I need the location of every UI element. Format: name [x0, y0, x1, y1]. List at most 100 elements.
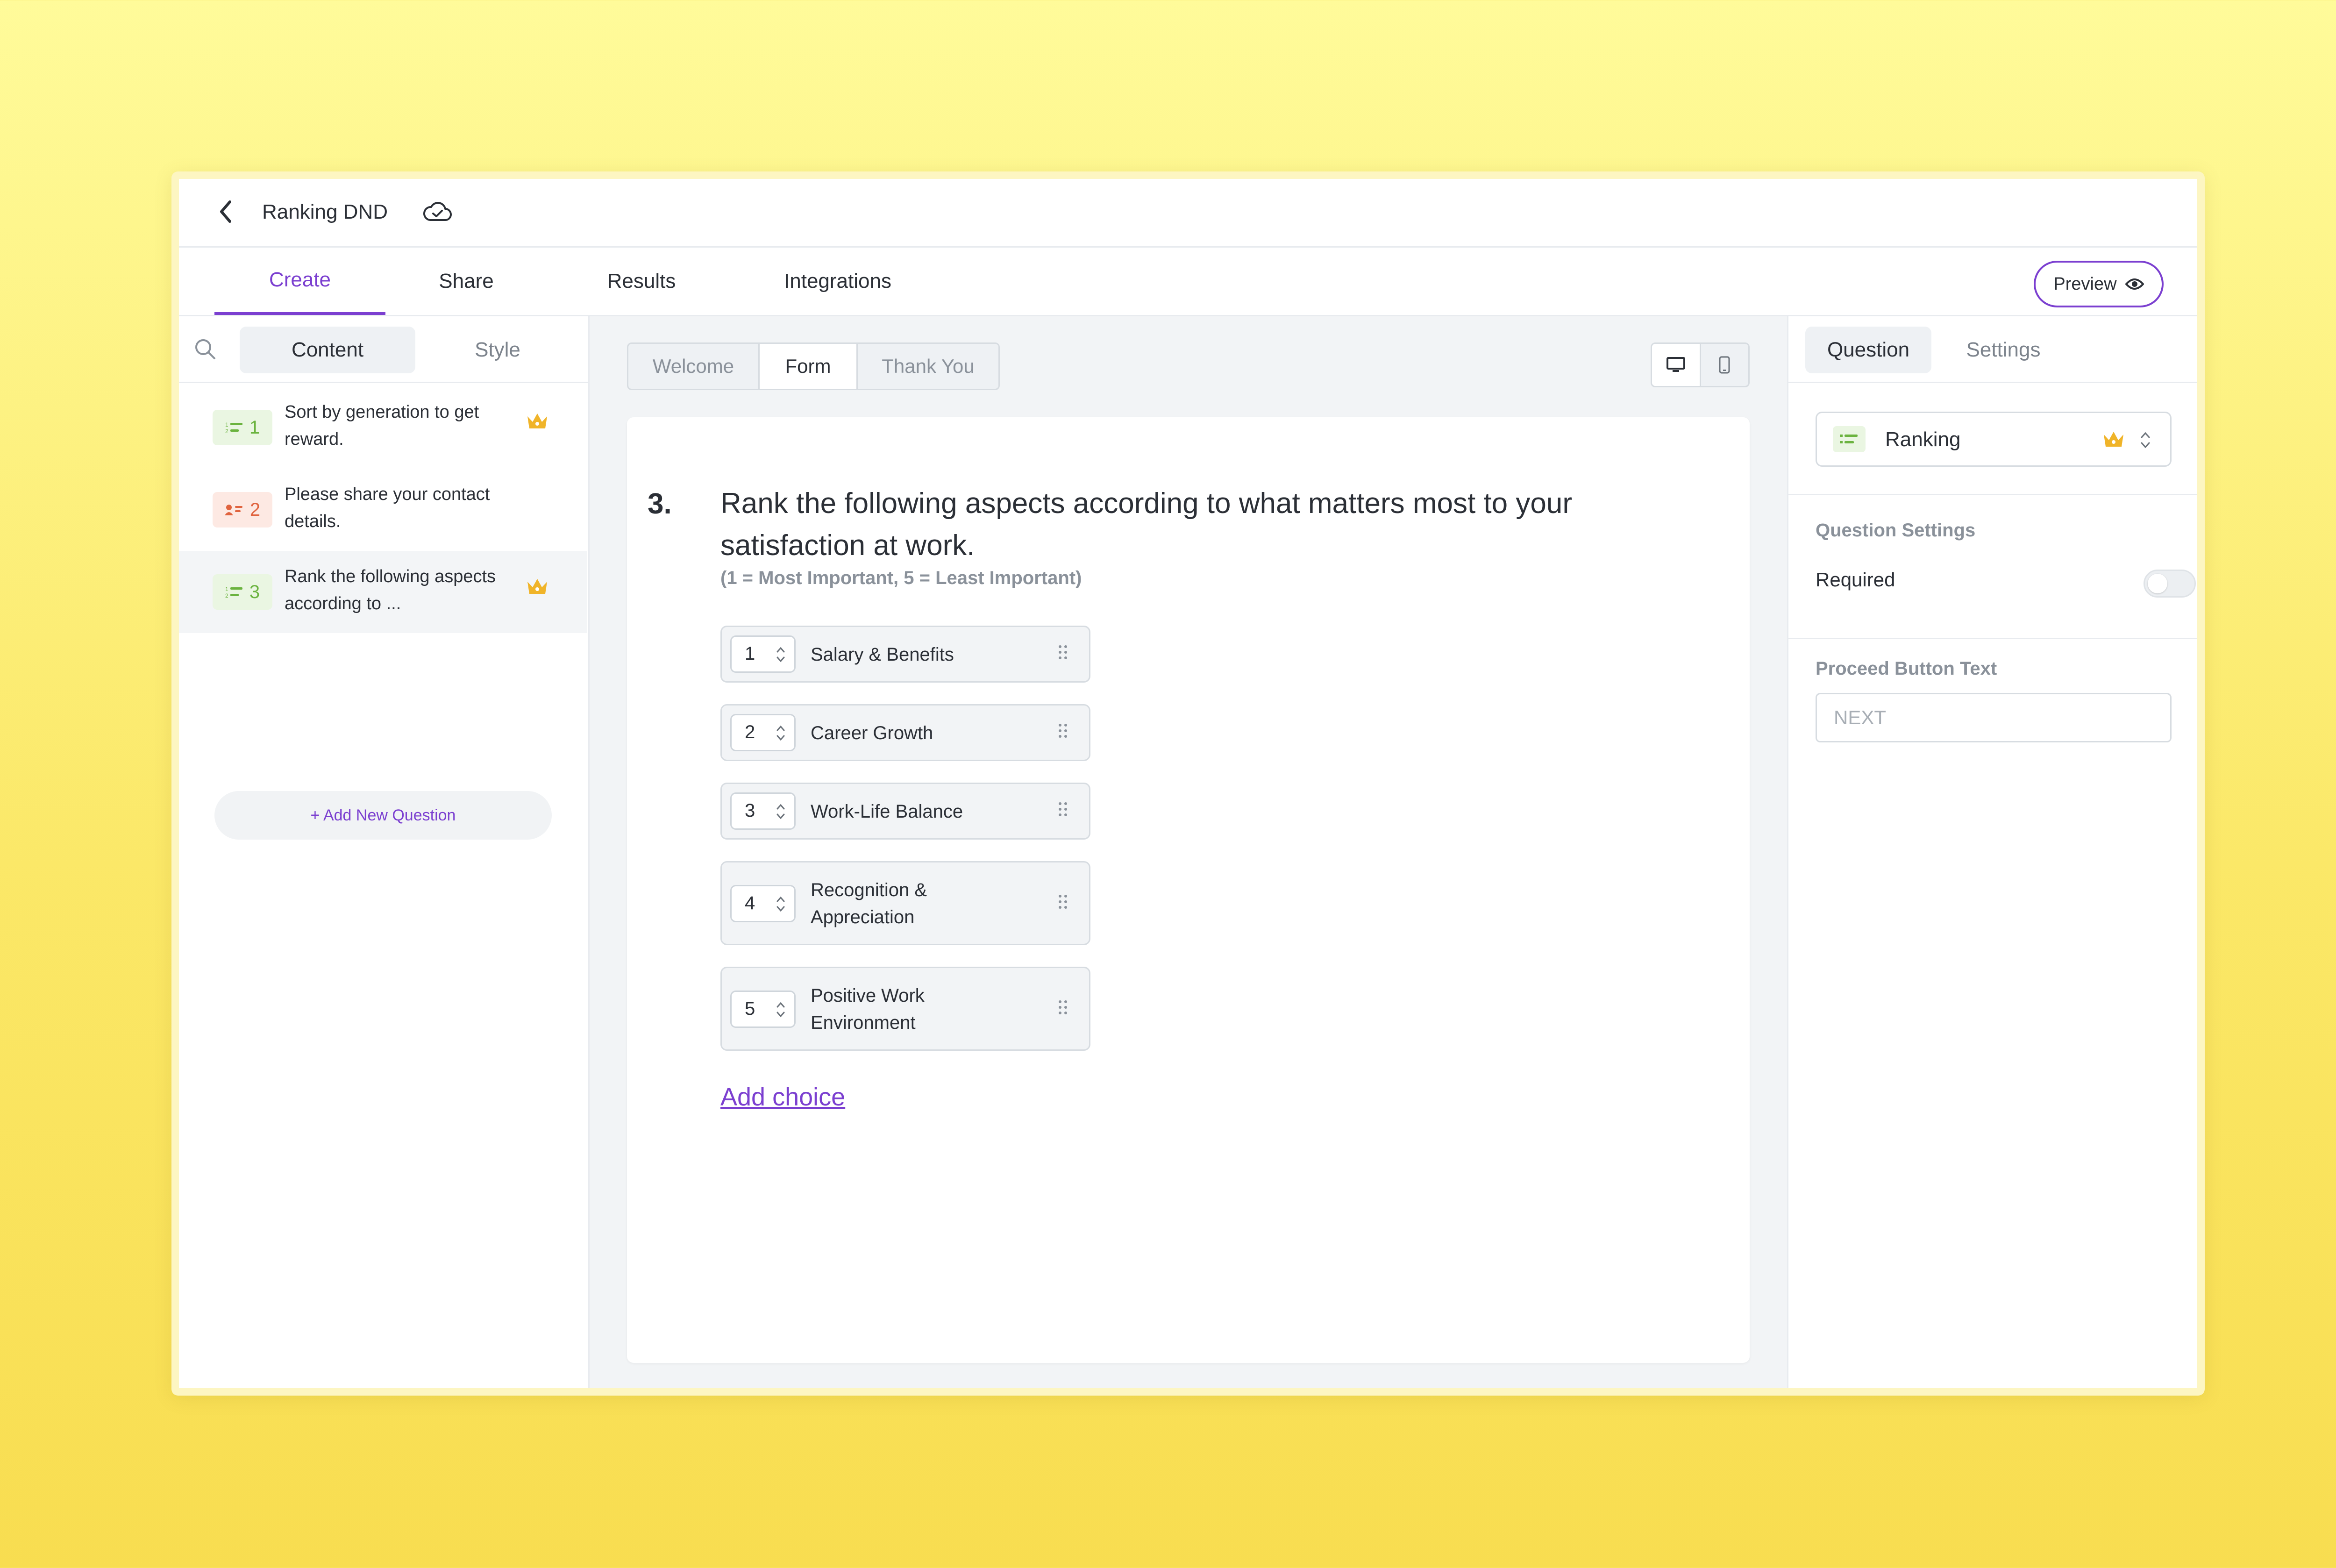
question-settings-heading: Question Settings	[1816, 520, 1976, 541]
question-list-item[interactable]: 1 2 3 Rank the following aspects accordi…	[179, 551, 587, 633]
desktop-icon	[1666, 357, 1685, 372]
add-choice-link[interactable]: Add choice	[720, 1083, 845, 1112]
svg-text:1: 1	[225, 421, 228, 428]
device-toggle	[1651, 342, 1750, 387]
stepper-arrows-icon	[776, 647, 785, 663]
drag-handle-icon[interactable]	[1057, 722, 1068, 739]
ranking-choice[interactable]: 3 Work-Life Balance	[720, 783, 1090, 840]
question-type-label: Ranking	[1885, 428, 1961, 451]
top-bar: Ranking DND	[179, 179, 2197, 248]
search-icon[interactable]	[193, 337, 217, 361]
choice-label[interactable]: Recognition & Appreciation	[811, 877, 1026, 931]
rank-value: 5	[745, 998, 755, 1019]
question-list-item[interactable]: 2 Please share your contact details.	[179, 469, 587, 551]
mobile-icon	[1719, 356, 1730, 374]
ranking-choice[interactable]: 1 Salary & Benefits	[720, 626, 1090, 683]
question-number: 2	[249, 499, 261, 520]
divider	[1788, 494, 2197, 495]
rank-value: 3	[745, 800, 755, 821]
question-number: 3	[249, 581, 260, 602]
choice-label[interactable]: Career Growth	[811, 720, 1026, 747]
question-text: Rank the following aspects according to …	[285, 567, 496, 613]
back-button[interactable]	[212, 198, 240, 226]
question-number: 3.	[648, 488, 672, 520]
eye-icon	[2125, 278, 2144, 290]
choice-label[interactable]: Positive Work Environment	[811, 982, 1026, 1036]
left-panel-header: Content Style	[179, 316, 588, 383]
ranking-choice[interactable]: 4 Recognition & Appreciation	[720, 861, 1090, 945]
chevron-left-icon	[220, 200, 231, 223]
stepper-arrows-icon	[776, 1002, 785, 1018]
question-settings-panel: Question Settings Ranking Question Setti…	[1787, 316, 2197, 1388]
question-type-badge: 1 2 3	[213, 574, 272, 610]
rank-value: 1	[745, 643, 755, 664]
stepper-arrows-icon	[776, 896, 785, 912]
tab-style[interactable]: Style	[410, 327, 585, 373]
preview-label: Preview	[2053, 274, 2117, 294]
tab-create[interactable]: Create	[214, 248, 385, 315]
add-new-question-button[interactable]: + Add New Question	[214, 791, 552, 840]
svg-text:2: 2	[225, 428, 228, 434]
toggle-knob	[2148, 574, 2167, 593]
divider	[1788, 638, 2197, 639]
question-type-badge: 1 2 1	[213, 410, 272, 445]
question-type-select[interactable]: Ranking	[1816, 412, 2172, 467]
tab-content[interactable]: Content	[240, 327, 415, 373]
ranking-icon: 1 2	[225, 586, 242, 599]
proceed-button-text-input[interactable]	[1816, 693, 2172, 742]
tab-form[interactable]: Form	[758, 344, 856, 389]
mobile-view-button[interactable]	[1701, 344, 1749, 386]
rank-stepper[interactable]: 2	[730, 714, 796, 751]
tab-settings[interactable]: Settings	[1943, 327, 2064, 373]
drag-handle-icon[interactable]	[1057, 999, 1068, 1016]
question-list-item[interactable]: 1 2 1 Sort by generation to get reward.	[179, 386, 587, 469]
tab-question[interactable]: Question	[1805, 327, 1931, 373]
question-text: Sort by generation to get reward.	[285, 402, 479, 449]
ranking-icon	[1840, 435, 1858, 443]
tab-results[interactable]: Results	[590, 248, 693, 315]
rank-stepper[interactable]: 1	[730, 635, 796, 673]
form-editor: Welcome Form Thank You 3. Rank the follo…	[590, 316, 1787, 1388]
tab-integrations[interactable]: Integrations	[763, 248, 912, 315]
crown-icon	[527, 413, 547, 428]
rank-stepper[interactable]: 5	[730, 991, 796, 1028]
form-title: Ranking DND	[262, 200, 388, 223]
question-title[interactable]: Rank the following aspects according to …	[720, 483, 1636, 567]
contact-icon	[224, 505, 242, 515]
question-description[interactable]: (1 = Most Important, 5 = Least Important…	[720, 568, 1082, 589]
choice-label[interactable]: Work-Life Balance	[811, 798, 1026, 825]
preview-button[interactable]: Preview	[2034, 261, 2164, 307]
chevron-updown-icon	[2141, 432, 2150, 449]
divider	[1788, 382, 2197, 383]
rank-stepper[interactable]: 3	[730, 792, 796, 830]
ranking-choice[interactable]: 5 Positive Work Environment	[720, 967, 1090, 1051]
stepper-arrows-icon	[776, 804, 785, 820]
crown-icon	[2104, 432, 2123, 447]
page-tabs: Welcome Form Thank You	[627, 342, 1000, 390]
main-tabs: Create Share Results Integrations Previe…	[179, 248, 2197, 316]
question-list-panel: Content Style 1 2 1 Sort by generation t…	[179, 316, 590, 1388]
tab-share[interactable]: Share	[422, 248, 511, 315]
required-toggle[interactable]	[2144, 570, 2196, 598]
drag-handle-icon[interactable]	[1057, 893, 1068, 910]
svg-text:1: 1	[225, 586, 228, 592]
drag-handle-icon[interactable]	[1057, 801, 1068, 818]
stepper-arrows-icon	[776, 725, 785, 741]
crown-icon	[527, 579, 547, 594]
choice-label[interactable]: Salary & Benefits	[811, 641, 1026, 668]
question-type-badge: 2	[213, 492, 272, 527]
proceed-button-text-label: Proceed Button Text	[1816, 658, 1997, 679]
required-label: Required	[1816, 569, 1895, 591]
rank-value: 4	[745, 893, 755, 913]
question-type-badge	[1833, 426, 1866, 452]
ranking-choice[interactable]: 2 Career Growth	[720, 704, 1090, 761]
ranking-icon: 1 2	[225, 421, 242, 434]
rank-stepper[interactable]: 4	[730, 885, 796, 922]
desktop-view-button[interactable]	[1652, 344, 1701, 386]
tab-welcome[interactable]: Welcome	[628, 344, 758, 389]
cloud-saved-icon	[423, 202, 452, 221]
drag-handle-icon[interactable]	[1057, 644, 1068, 661]
rank-value: 2	[745, 722, 755, 742]
tab-thank-you[interactable]: Thank You	[856, 344, 998, 389]
question-text: Please share your contact details.	[285, 485, 490, 531]
